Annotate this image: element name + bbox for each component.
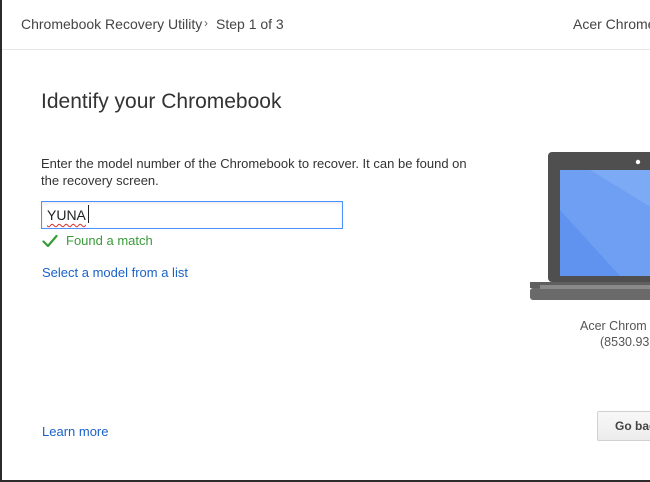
header-bar: Chromebook Recovery Utility › Step 1 of … <box>2 0 650 50</box>
checkmark-icon <box>42 234 58 247</box>
match-status-text: Found a match <box>66 233 153 248</box>
breadcrumb-separator: › <box>204 16 208 30</box>
model-number-input[interactable] <box>41 201 343 229</box>
go-back-button[interactable]: Go bac <box>597 411 650 441</box>
page-title: Identify your Chromebook <box>41 90 282 113</box>
device-preview-caption: Acer Chrom (8530.93 <box>580 318 649 350</box>
instructions-text: Enter the model number of the Chromebook… <box>41 156 467 188</box>
laptop-icon <box>530 152 650 300</box>
device-preview-name: Acer Chrom <box>580 319 647 333</box>
selected-device-name: Acer Chrome <box>573 16 650 32</box>
select-model-link[interactable]: Select a model from a list <box>42 265 188 280</box>
step-indicator: Step 1 of 3 <box>216 16 284 32</box>
text-caret <box>88 205 89 223</box>
app-window: Chromebook Recovery Utility › Step 1 of … <box>0 0 650 482</box>
device-preview-model: (8530.93 <box>600 335 650 349</box>
app-title: Chromebook Recovery Utility <box>21 16 203 32</box>
match-status: Found a match <box>42 233 153 248</box>
learn-more-link[interactable]: Learn more <box>42 424 108 439</box>
model-number-value: YUNA <box>47 207 86 223</box>
